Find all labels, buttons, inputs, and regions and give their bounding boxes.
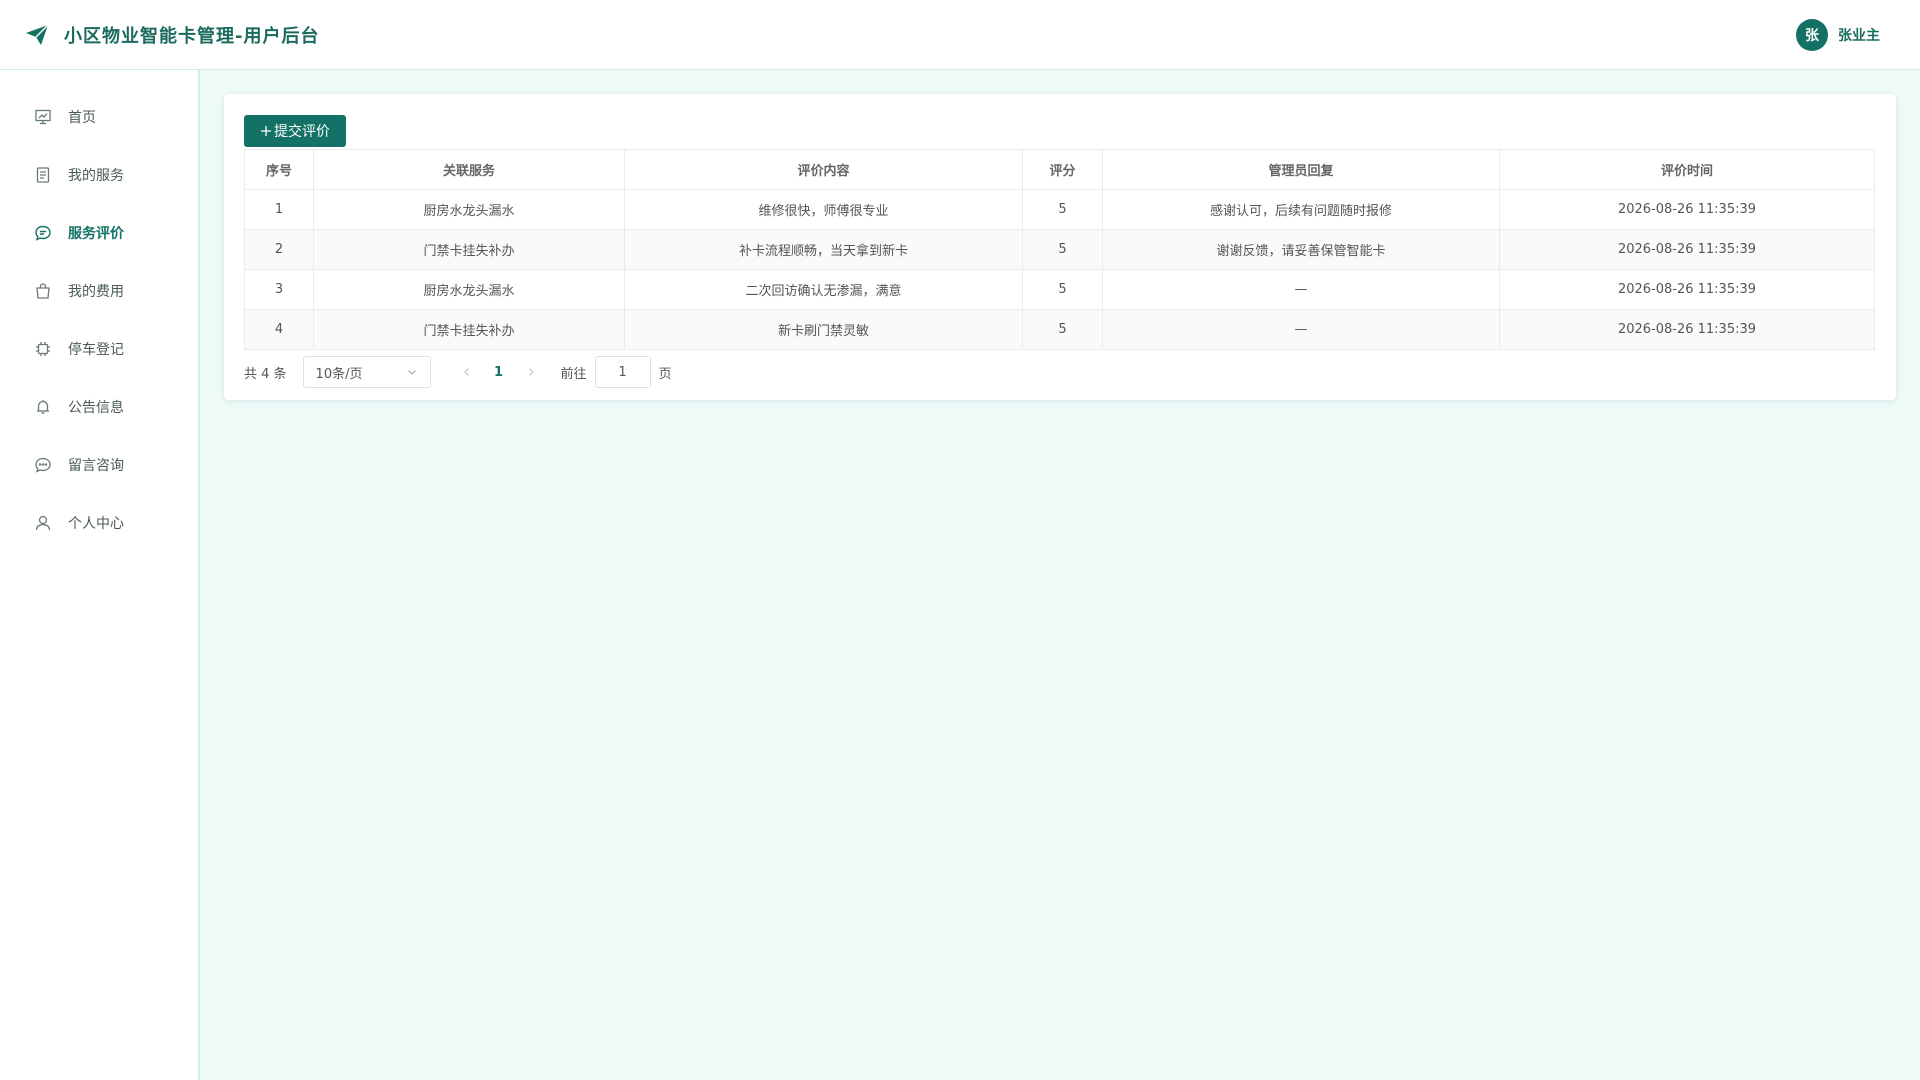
user-name: 张业主	[1838, 28, 1880, 44]
column-header-time: 评价时间	[1499, 149, 1875, 190]
cell-content: 新卡刷门禁灵敏	[624, 309, 1023, 350]
sidebar-item-label: 留言咨询	[68, 458, 124, 474]
presentation-icon	[34, 108, 52, 126]
plus-icon	[261, 126, 271, 136]
sidebar-item-service-review[interactable]: 服务评价	[0, 204, 198, 262]
chevron-left-icon	[463, 368, 469, 376]
cell-index: 4	[244, 309, 314, 350]
cell-service: 厨房水龙头漏水	[313, 189, 625, 230]
user-menu[interactable]: 张 张业主	[1796, 19, 1880, 51]
pagination: 共 4 条 10条/页 1 前往 页	[244, 356, 1876, 388]
cell-score: 5	[1022, 269, 1103, 310]
next-page-button[interactable]	[517, 367, 545, 377]
column-header-service: 关联服务	[313, 149, 625, 190]
table-header-row: 序号 关联服务 评价内容 评分 管理员回复 评价时间	[244, 149, 1875, 190]
cell-content: 二次回访确认无渗漏，满意	[624, 269, 1023, 310]
table-row: 4 门禁卡挂失补办 新卡刷门禁灵敏 5 — 2026-08-26 11:35:3…	[244, 309, 1875, 350]
top-header: 小区物业智能卡管理-用户后台 张 张业主	[0, 0, 1920, 70]
user-icon	[34, 514, 52, 532]
review-card: 提交评价 序号 关联服务 评价内容 评分 管理员回复 评价时间 1 厨房水龙头漏…	[224, 94, 1896, 400]
chip-icon	[34, 340, 52, 358]
goto-label: 前往	[560, 366, 587, 382]
cell-reply: —	[1102, 309, 1500, 350]
message-dots-icon	[34, 456, 52, 474]
cell-content: 补卡流程顺畅，当天拿到新卡	[624, 229, 1023, 270]
cell-service: 门禁卡挂失补办	[313, 309, 625, 350]
sidebar-item-label: 我的费用	[68, 284, 124, 300]
goto-page-input[interactable]	[594, 356, 651, 388]
cell-index: 2	[244, 229, 314, 270]
chevron-right-icon	[528, 368, 534, 376]
sidebar-item-my-services[interactable]: 我的服务	[0, 146, 198, 204]
sidebar-item-label: 停车登记	[68, 342, 124, 358]
sidebar-item-label: 首页	[68, 110, 96, 126]
sidebar-item-consultation[interactable]: 留言咨询	[0, 436, 198, 494]
chat-bubble-icon	[34, 224, 52, 242]
cell-index: 1	[244, 189, 314, 230]
cell-service: 门禁卡挂失补办	[313, 229, 625, 270]
cell-time: 2026-08-26 11:35:39	[1499, 269, 1875, 310]
sidebar-item-label: 服务评价	[68, 226, 124, 242]
cell-reply: —	[1102, 269, 1500, 310]
sidebar-menu: 首页 我的服务 服务评价 我的费用 停车登记 公告信息 留言咨询 个人中心	[0, 70, 198, 552]
cell-service: 厨房水龙头漏水	[313, 269, 625, 310]
sidebar-item-label: 公告信息	[68, 400, 124, 416]
main-content: 提交评价 序号 关联服务 评价内容 评分 管理员回复 评价时间 1 厨房水龙头漏…	[224, 94, 1896, 400]
submit-review-button[interactable]: 提交评价	[244, 115, 346, 147]
submit-review-label: 提交评价	[274, 124, 330, 140]
sidebar-item-home[interactable]: 首页	[0, 88, 198, 146]
cell-score: 5	[1022, 229, 1103, 270]
prev-page-button[interactable]	[453, 367, 481, 377]
shopping-bag-icon	[34, 282, 52, 300]
sidebar-item-announcements[interactable]: 公告信息	[0, 378, 198, 436]
column-header-reply: 管理员回复	[1102, 149, 1500, 190]
document-icon	[34, 166, 52, 184]
column-header-content: 评价内容	[624, 149, 1023, 190]
avatar: 张	[1796, 19, 1828, 51]
cell-time: 2026-08-26 11:35:39	[1499, 229, 1875, 270]
cell-content: 维修很快，师傅很专业	[624, 189, 1023, 230]
cell-reply: 谢谢反馈，请妥善保管智能卡	[1102, 229, 1500, 270]
table-row: 2 门禁卡挂失补办 补卡流程顺畅，当天拿到新卡 5 谢谢反馈，请妥善保管智能卡 …	[244, 229, 1875, 270]
sidebar: 首页 我的服务 服务评价 我的费用 停车登记 公告信息 留言咨询 个人中心	[0, 70, 200, 1080]
page-size-select[interactable]: 10条/页	[302, 356, 431, 388]
chevron-down-icon	[407, 370, 416, 375]
review-table: 序号 关联服务 评价内容 评分 管理员回复 评价时间 1 厨房水龙头漏水 维修很…	[244, 149, 1875, 350]
page-size-value: 10条/页	[315, 366, 363, 382]
page-number-current[interactable]: 1	[481, 365, 517, 380]
total-count: 共 4 条	[244, 366, 287, 382]
sidebar-item-parking[interactable]: 停车登记	[0, 320, 198, 378]
column-header-index: 序号	[244, 149, 314, 190]
paper-plane-icon	[26, 24, 49, 45]
cell-time: 2026-08-26 11:35:39	[1499, 189, 1875, 230]
table-row: 1 厨房水龙头漏水 维修很快，师傅很专业 5 感谢认可，后续有问题随时报修 20…	[244, 189, 1875, 230]
sidebar-item-label: 我的服务	[68, 168, 124, 184]
sidebar-item-profile[interactable]: 个人中心	[0, 494, 198, 552]
app-title: 小区物业智能卡管理-用户后台	[64, 26, 320, 47]
cell-time: 2026-08-26 11:35:39	[1499, 309, 1875, 350]
column-header-score: 评分	[1022, 149, 1103, 190]
cell-score: 5	[1022, 309, 1103, 350]
sidebar-item-my-fees[interactable]: 我的费用	[0, 262, 198, 320]
cell-reply: 感谢认可，后续有问题随时报修	[1102, 189, 1500, 230]
cell-index: 3	[244, 269, 314, 310]
bell-icon	[34, 398, 52, 416]
table-row: 3 厨房水龙头漏水 二次回访确认无渗漏，满意 5 — 2026-08-26 11…	[244, 269, 1875, 310]
sidebar-item-label: 个人中心	[68, 516, 124, 532]
page-suffix: 页	[658, 366, 672, 382]
cell-score: 5	[1022, 189, 1103, 230]
